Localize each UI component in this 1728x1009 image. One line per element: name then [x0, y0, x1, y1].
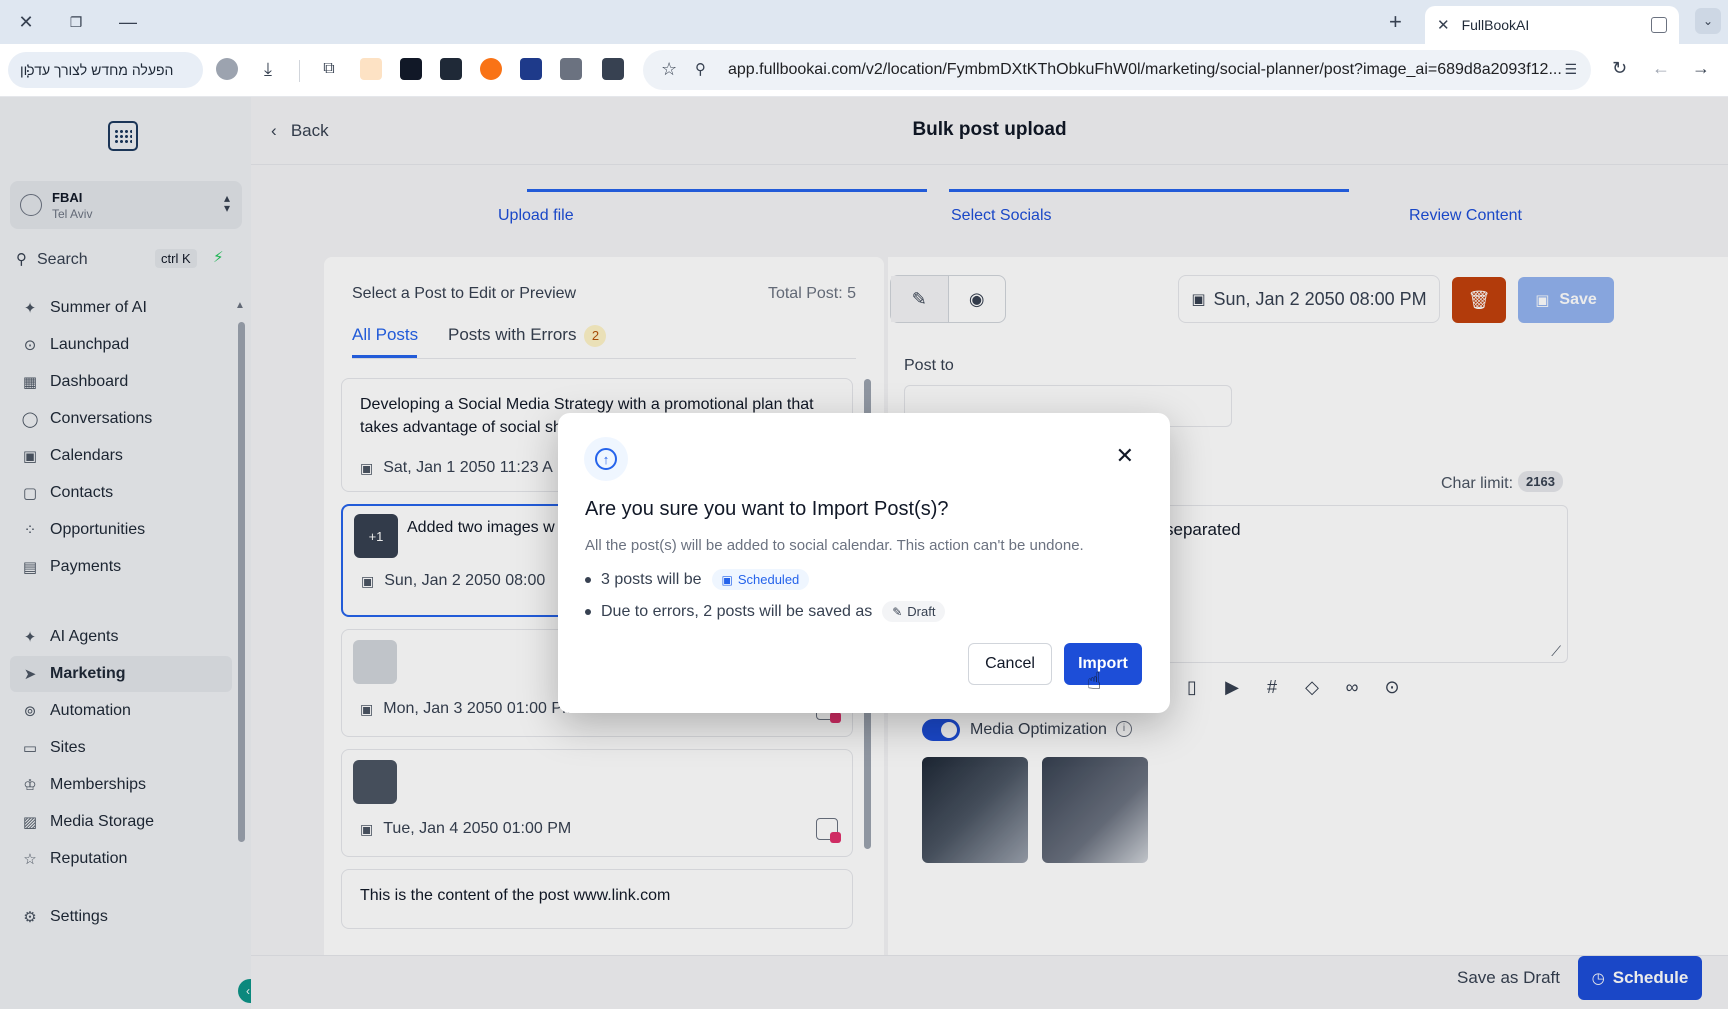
page-settings-icon[interactable]: ☰	[1564, 61, 1577, 78]
new-tab-button[interactable]: +	[1389, 9, 1402, 35]
upload-circle-icon: ↑	[584, 437, 628, 481]
toolbar-divider	[299, 60, 300, 82]
close-icon[interactable]: ✕	[1116, 443, 1134, 469]
profile-avatar[interactable]	[216, 58, 238, 80]
bookmark-star-icon[interactable]: ☆	[661, 59, 677, 80]
draft-summary: Due to errors, 2 posts will be saved as …	[585, 601, 946, 622]
metamask-icon[interactable]	[480, 58, 502, 80]
extension-5-icon[interactable]	[520, 58, 542, 80]
reload-icon[interactable]: ↻	[1612, 58, 1627, 79]
scheduled-tag-text: Scheduled	[737, 572, 800, 587]
bullet	[585, 608, 591, 615]
restart-to-update-button[interactable]: ⋮ הפעלה מחדש לצורך עדכון	[8, 52, 203, 88]
window-close-icon[interactable]: ✕	[14, 10, 38, 34]
extension-1-icon[interactable]	[360, 58, 382, 80]
cancel-button[interactable]: Cancel	[968, 643, 1052, 685]
browser-tab[interactable]: ✕ FullBookAI	[1425, 6, 1679, 44]
extensions-puzzle-icon[interactable]: ⧉	[318, 58, 340, 80]
browser-toolbar: ⋮ הפעלה מחדש לצורך עדכון ⤓ ⧉ ☆ ⚲ app.ful…	[0, 44, 1728, 97]
window-minimize-icon[interactable]: —	[116, 10, 140, 34]
url-text: app.fullbookai.com/v2/location/FymbmDXtK…	[728, 61, 1562, 78]
mouse-pointer-icon: ☝	[1087, 668, 1102, 695]
address-bar[interactable]: ☆ ⚲ app.fullbookai.com/v2/location/Fymbm…	[643, 50, 1591, 90]
menu-dots-icon: ⋮	[20, 63, 36, 80]
site-info-icon[interactable]: ⚲	[695, 60, 706, 78]
draft-tag-text: Draft	[907, 604, 936, 619]
scheduled-summary-text: 3 posts will be	[601, 570, 702, 588]
draft-tag: ✎ Draft	[882, 601, 946, 622]
extension-2-icon[interactable]	[400, 58, 422, 80]
browser-tab-bar: ✕ ❐ — + ✕ FullBookAI ⌄	[0, 0, 1728, 44]
scheduled-summary: 3 posts will be ▣ Scheduled	[585, 569, 810, 590]
tab-title: FullBookAI	[1461, 17, 1530, 33]
dialog-description: All the post(s) will be added to social …	[585, 537, 1084, 554]
scheduled-tag: ▣ Scheduled	[711, 569, 810, 590]
download-icon[interactable]: ⤓	[257, 58, 279, 80]
back-arrow-icon[interactable]: ←	[1652, 58, 1670, 79]
restart-label: הפעלה מחדש לצורך עדכון	[20, 62, 174, 78]
import-button[interactable]: Import	[1064, 643, 1142, 685]
window-restore-icon[interactable]: ❐	[64, 10, 88, 34]
dialog-title: Are you sure you want to Import Post(s)?	[585, 498, 949, 520]
tab-favicon-icon	[1651, 17, 1667, 33]
extension-3-icon[interactable]	[440, 58, 462, 80]
draft-summary-text: Due to errors, 2 posts will be saved as	[601, 602, 873, 620]
extension-7-icon[interactable]	[602, 58, 624, 80]
tab-close-icon[interactable]: ✕	[1437, 16, 1450, 34]
calendar-icon: ▣	[721, 572, 733, 587]
forward-arrow-icon[interactable]: →	[1692, 58, 1710, 79]
import-confirm-dialog: ↑ ✕ Are you sure you want to Import Post…	[558, 413, 1170, 713]
pencil-icon: ✎	[892, 604, 903, 619]
extension-6-icon[interactable]	[560, 58, 582, 80]
bullet	[585, 576, 591, 583]
tab-search-chevron-icon[interactable]: ⌄	[1695, 8, 1721, 34]
